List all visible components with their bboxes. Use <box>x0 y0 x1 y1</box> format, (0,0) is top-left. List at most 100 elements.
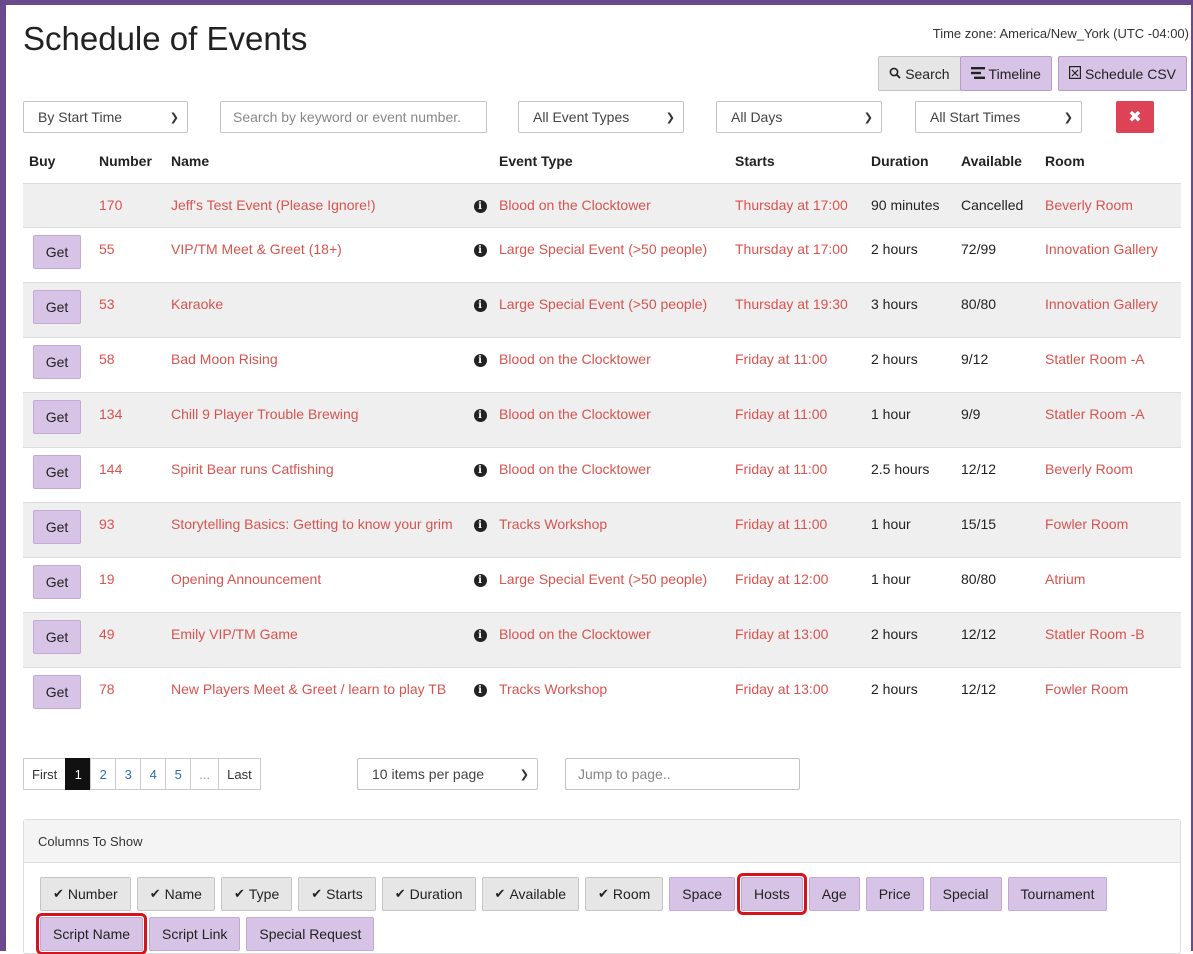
col-header-duration[interactable]: Duration <box>865 139 955 183</box>
column-toggle-hosts[interactable]: Hosts <box>736 873 807 915</box>
event-type-link[interactable]: Blood on the Clocktower <box>493 611 729 667</box>
event-name-link[interactable]: Storytelling Basics: Getting to know you… <box>165 501 467 557</box>
col-header-starts[interactable]: Starts <box>729 139 865 183</box>
event-starts-link[interactable]: Friday at 13:00 <box>729 611 865 667</box>
info-icon[interactable]: i <box>473 243 487 257</box>
pager-page-4[interactable]: 4 <box>140 758 167 790</box>
event-number[interactable]: 19 <box>93 556 165 612</box>
event-starts-link[interactable]: Friday at 13:00 <box>729 666 865 722</box>
event-name-link[interactable]: Karaoke <box>165 281 467 337</box>
pager-first[interactable]: First <box>23 758 67 790</box>
event-starts-link[interactable]: Thursday at 17:00 <box>729 226 865 282</box>
pager-page-2[interactable]: 2 <box>90 758 117 790</box>
info-icon[interactable]: i <box>473 199 487 213</box>
col-header-name[interactable]: Name <box>165 139 467 183</box>
column-toggle-space[interactable]: Space <box>669 877 735 911</box>
clear-filters-button[interactable]: ✖ <box>1116 101 1154 133</box>
event-number[interactable]: 55 <box>93 226 165 282</box>
column-toggle-starts[interactable]: ✔ Starts <box>298 877 376 911</box>
event-type-link[interactable]: Blood on the Clocktower <box>493 391 729 447</box>
event-starts-link[interactable]: Friday at 11:00 <box>729 336 865 392</box>
search-input[interactable]: Search by keyword or event number. <box>220 101 487 133</box>
column-toggle-duration[interactable]: ✔ Duration <box>381 877 476 911</box>
event-room-link[interactable]: Statler Room -B <box>1039 611 1181 667</box>
search-view-button[interactable]: Search <box>878 56 961 91</box>
event-room-link[interactable]: Beverly Room <box>1039 446 1181 502</box>
event-name-link[interactable]: New Players Meet & Greet / learn to play… <box>165 666 467 722</box>
column-toggle-script-name[interactable]: Script Name <box>35 913 148 954</box>
col-header-buy[interactable]: Buy <box>23 139 93 183</box>
get-ticket-button[interactable]: Get <box>33 619 81 654</box>
sort-select[interactable]: By Start Time ❯ <box>23 101 188 133</box>
event-type-link[interactable]: Large Special Event (>50 people) <box>493 281 729 337</box>
pager-page-1[interactable]: 1 <box>65 758 92 790</box>
event-number[interactable]: 49 <box>93 611 165 667</box>
event-number[interactable]: 58 <box>93 336 165 392</box>
event-starts-link[interactable]: Friday at 12:00 <box>729 556 865 612</box>
event-starts-link[interactable]: Friday at 11:00 <box>729 446 865 502</box>
event-number[interactable]: 144 <box>93 446 165 502</box>
column-toggle-available[interactable]: ✔ Available <box>481 877 580 911</box>
column-toggle-tournament[interactable]: Tournament <box>1007 877 1108 911</box>
event-number[interactable]: 93 <box>93 501 165 557</box>
info-icon[interactable]: i <box>473 628 487 642</box>
event-type-select[interactable]: All Event Types ❯ <box>518 101 684 133</box>
event-number[interactable]: 170 <box>93 182 165 227</box>
info-icon[interactable]: i <box>473 573 487 587</box>
event-starts-link[interactable]: Friday at 11:00 <box>729 391 865 447</box>
event-room-link[interactable]: Statler Room -A <box>1039 336 1181 392</box>
event-room-link[interactable]: Beverly Room <box>1039 182 1181 227</box>
event-type-link[interactable]: Blood on the Clocktower <box>493 182 729 227</box>
items-per-page-select[interactable]: 10 items per page ❯ <box>357 758 538 790</box>
get-ticket-button[interactable]: Get <box>33 674 81 709</box>
column-toggle-special[interactable]: Special <box>929 877 1002 911</box>
column-toggle-room[interactable]: ✔ Room <box>585 877 664 911</box>
event-starts-link[interactable]: Thursday at 17:00 <box>729 182 865 227</box>
event-number[interactable]: 78 <box>93 666 165 722</box>
event-type-link[interactable]: Large Special Event (>50 people) <box>493 556 729 612</box>
get-ticket-button[interactable]: Get <box>33 344 81 379</box>
pager-page-3[interactable]: 3 <box>115 758 142 790</box>
event-name-link[interactable]: Spirit Bear runs Catfishing <box>165 446 467 502</box>
column-toggle-special-request[interactable]: Special Request <box>246 917 375 951</box>
get-ticket-button[interactable]: Get <box>33 564 81 599</box>
event-starts-link[interactable]: Friday at 11:00 <box>729 501 865 557</box>
pager-page-5[interactable]: 5 <box>165 758 192 790</box>
column-toggle-type[interactable]: ✔ Type <box>220 877 293 911</box>
col-header-event-type[interactable]: Event Type <box>493 139 729 183</box>
event-number[interactable]: 53 <box>93 281 165 337</box>
event-room-link[interactable]: Innovation Gallery <box>1039 226 1181 282</box>
column-toggle-age[interactable]: Age <box>808 877 860 911</box>
info-icon[interactable]: i <box>473 683 487 697</box>
pager-last[interactable]: Last <box>218 758 261 790</box>
event-type-link[interactable]: Tracks Workshop <box>493 666 729 722</box>
event-type-link[interactable]: Large Special Event (>50 people) <box>493 226 729 282</box>
event-number[interactable]: 134 <box>93 391 165 447</box>
jump-to-page-input[interactable]: Jump to page.. <box>565 758 800 790</box>
event-room-link[interactable]: Fowler Room <box>1039 501 1181 557</box>
column-toggle-price[interactable]: Price <box>865 877 924 911</box>
schedule-csv-button[interactable]: Schedule CSV <box>1057 56 1187 91</box>
event-starts-link[interactable]: Thursday at 19:30 <box>729 281 865 337</box>
info-icon[interactable]: i <box>473 298 487 312</box>
column-toggle-script-link[interactable]: Script Link <box>149 917 241 951</box>
get-ticket-button[interactable]: Get <box>33 289 81 324</box>
info-icon[interactable]: i <box>473 408 487 422</box>
event-name-link[interactable]: Chill 9 Player Trouble Brewing <box>165 391 467 447</box>
get-ticket-button[interactable]: Get <box>33 454 81 489</box>
event-type-link[interactable]: Blood on the Clocktower <box>493 446 729 502</box>
column-toggle-name[interactable]: ✔ Name <box>136 877 215 911</box>
get-ticket-button[interactable]: Get <box>33 234 81 269</box>
col-header-number[interactable]: Number <box>93 139 165 183</box>
event-name-link[interactable]: Jeff's Test Event (Please Ignore!) <box>165 182 467 227</box>
start-times-select[interactable]: All Start Times ❯ <box>915 101 1082 133</box>
event-type-link[interactable]: Blood on the Clocktower <box>493 336 729 392</box>
event-room-link[interactable]: Atrium <box>1039 556 1181 612</box>
column-toggle-number[interactable]: ✔ Number <box>40 877 131 911</box>
event-room-link[interactable]: Statler Room -A <box>1039 391 1181 447</box>
col-header-room[interactable]: Room <box>1039 139 1181 183</box>
get-ticket-button[interactable]: Get <box>33 509 81 544</box>
event-name-link[interactable]: Emily VIP/TM Game <box>165 611 467 667</box>
event-name-link[interactable]: Opening Announcement <box>165 556 467 612</box>
event-room-link[interactable]: Innovation Gallery <box>1039 281 1181 337</box>
